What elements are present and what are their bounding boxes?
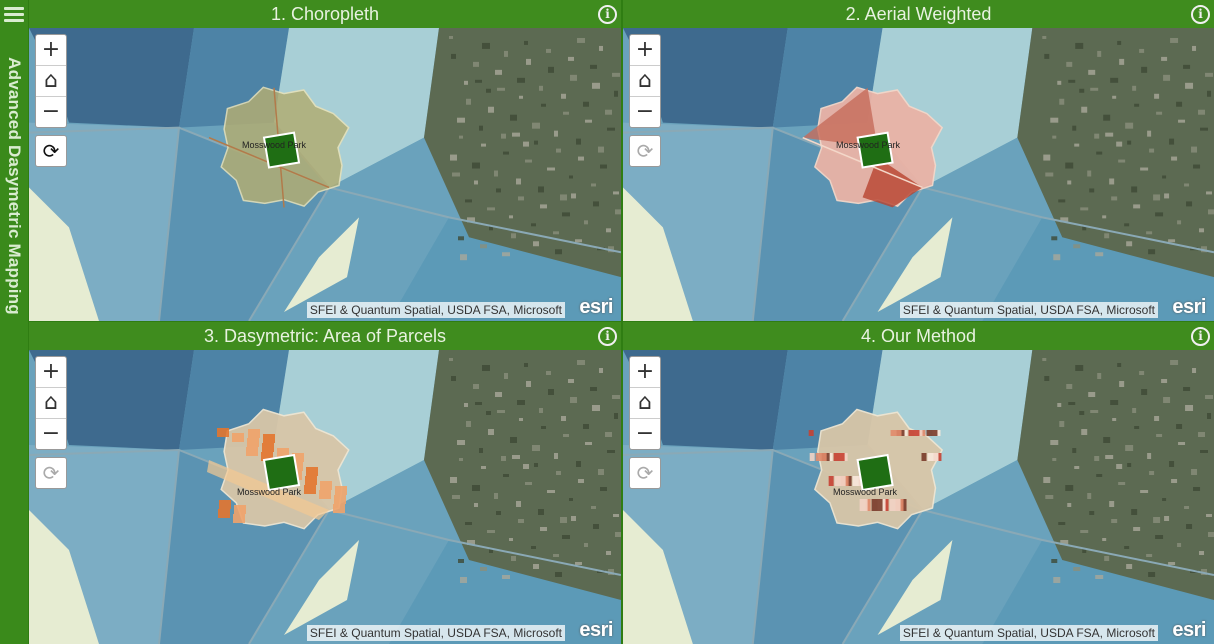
panel-title-text: 2. Aerial Weighted xyxy=(845,4,992,24)
home-icon[interactable]: ⌂ xyxy=(630,66,660,97)
zoom-controls: + ⌂ − xyxy=(35,34,67,128)
map-panel-parcels: 3. Dasymetric: Area of Parcels i Mosswood … xyxy=(29,322,621,644)
refresh-icon[interactable]: ⟳ xyxy=(35,457,67,489)
zoom-controls: + ⌂ − xyxy=(35,356,67,450)
esri-logo: esri xyxy=(1172,296,1206,318)
panel-title: 1. Choropleth i xyxy=(29,0,621,28)
esri-logo: esri xyxy=(579,296,613,318)
map-view[interactable]: Mosswood Park SFEI & Quantum Spatial, USD… xyxy=(623,28,1214,321)
map-view[interactable]: Mosswood Park SFEI & Quantum Spatial, USD… xyxy=(623,350,1214,644)
map-view[interactable]: Mosswood Park SFEI & Quantum Spatial, USD… xyxy=(29,350,621,644)
zoom-out-icon[interactable]: − xyxy=(36,419,66,449)
park-label: Mosswood Park xyxy=(242,140,307,150)
map-attribution: SFEI & Quantum Spatial, USDA FSA, Micros… xyxy=(306,302,565,318)
panel-title-text: 3. Dasymetric: Area of Parcels xyxy=(203,326,447,346)
home-icon[interactable]: ⌂ xyxy=(36,388,66,419)
park-label: Mosswood Park xyxy=(836,140,901,150)
map-attribution: SFEI & Quantum Spatial, USDA FSA, Micros… xyxy=(899,625,1158,641)
info-icon[interactable]: i xyxy=(598,327,617,346)
map-panel-ours: 4. Our Method i Mosswood Park SFEI & Quantu… xyxy=(623,322,1214,644)
app-title: Advanced Dasymetric Mapping xyxy=(5,57,24,315)
sidebar: Advanced Dasymetric Mapping xyxy=(0,0,28,644)
zoom-controls: + ⌂ − xyxy=(629,356,661,450)
zoom-in-icon[interactable]: + xyxy=(36,357,66,388)
info-icon[interactable]: i xyxy=(1191,5,1210,24)
zoom-in-icon[interactable]: + xyxy=(36,35,66,66)
zoom-controls: + ⌂ − xyxy=(629,34,661,128)
info-icon[interactable]: i xyxy=(598,5,617,24)
esri-logo: esri xyxy=(579,619,613,641)
zoom-out-icon[interactable]: − xyxy=(36,97,66,127)
map-panel-aerial: 2. Aerial Weighted i Mosswood Park SFEI & Q… xyxy=(623,0,1214,321)
park-label: Mosswood Park xyxy=(237,487,302,497)
panel-title-text: 1. Choropleth xyxy=(270,4,380,24)
zoom-in-icon[interactable]: + xyxy=(630,35,660,66)
refresh-icon[interactable]: ⟳ xyxy=(35,135,67,167)
map-panel-choropleth: 1. Choropleth i Mosswood Park SFEI & Quantu… xyxy=(29,0,621,321)
zoom-in-icon[interactable]: + xyxy=(630,357,660,388)
zoom-out-icon[interactable]: − xyxy=(630,97,660,127)
map-view[interactable]: Mosswood Park SFEI & Quantum Spatial, USD… xyxy=(29,28,621,321)
home-icon[interactable]: ⌂ xyxy=(630,388,660,419)
menu-icon[interactable] xyxy=(3,4,25,24)
park-label: Mosswood Park xyxy=(833,487,898,497)
map-attribution: SFEI & Quantum Spatial, USDA FSA, Micros… xyxy=(306,625,565,641)
zoom-out-icon[interactable]: − xyxy=(630,419,660,449)
refresh-icon[interactable]: ⟳ xyxy=(629,135,661,167)
panel-title-text: 4. Our Method xyxy=(860,326,977,346)
panel-title: 2. Aerial Weighted i xyxy=(623,0,1214,28)
home-icon[interactable]: ⌂ xyxy=(36,66,66,97)
esri-logo: esri xyxy=(1172,619,1206,641)
info-icon[interactable]: i xyxy=(1191,327,1210,346)
refresh-icon[interactable]: ⟳ xyxy=(629,457,661,489)
panel-title: 4. Our Method i xyxy=(623,322,1214,350)
panel-title: 3. Dasymetric: Area of Parcels i xyxy=(29,322,621,350)
map-attribution: SFEI & Quantum Spatial, USDA FSA, Micros… xyxy=(899,302,1158,318)
